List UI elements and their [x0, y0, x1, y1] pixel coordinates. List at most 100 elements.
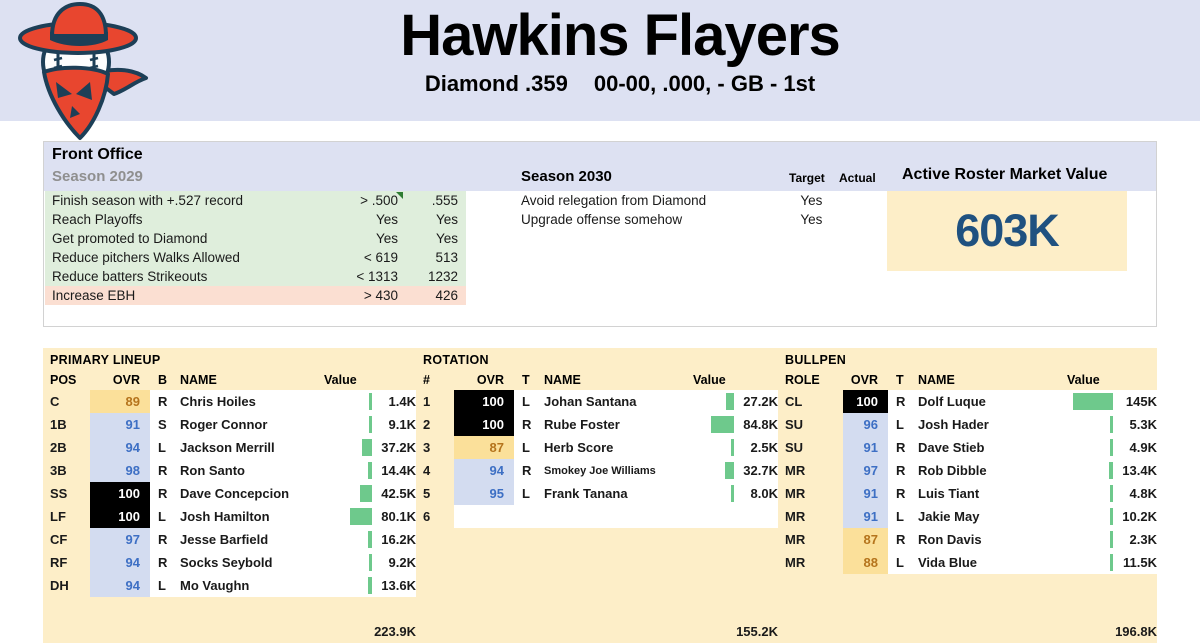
- rotation-column: ROTATION # OVR T NAME Value 1 100 L Johan S…: [416, 348, 778, 643]
- row-overall-rating: 100: [843, 390, 888, 413]
- value-bar: [731, 439, 734, 456]
- row-handedness: R: [150, 482, 176, 505]
- value-text: 37.2K: [381, 440, 416, 455]
- table-row[interactable]: CF 97 R Jesse Barfield 16.2K: [43, 528, 416, 551]
- table-row[interactable]: 3 87 L Herb Score 2.5K: [416, 436, 778, 459]
- value-text: 84.8K: [743, 417, 778, 432]
- row-market-value: 80.1K: [316, 505, 416, 528]
- table-row[interactable]: 3B 98 R Ron Santo 14.4K: [43, 459, 416, 482]
- row-market-value: 4.8K: [1059, 482, 1157, 505]
- row-market-value: 2.3K: [1059, 528, 1157, 551]
- past-season-label: Season 2029: [52, 168, 143, 185]
- table-row[interactable]: DH 94 L Mo Vaughn 13.6K: [43, 574, 416, 597]
- table-row[interactable]: CL 100 R Dolf Luque 145K: [778, 390, 1157, 413]
- goal-actual: Yes: [404, 210, 466, 229]
- row-handedness: R: [150, 528, 176, 551]
- current-season-label: Season 2030: [521, 168, 612, 185]
- table-row[interactable]: 5 95 L Frank Tanana 8.0K: [416, 482, 778, 505]
- row-player-name[interactable]: Herb Score: [540, 436, 685, 459]
- table-row[interactable]: SS 100 R Dave Concepcion 42.5K: [43, 482, 416, 505]
- row-position: MR: [778, 482, 843, 505]
- primary-lineup-table: POS OVR B NAME Value C 89 R Chris Hoiles 1.4…: [43, 369, 416, 643]
- table-row[interactable]: 6: [416, 505, 778, 528]
- row-handedness: R: [150, 551, 176, 574]
- row-player-name[interactable]: Rob Dibble: [914, 459, 1059, 482]
- table-row[interactable]: 2 100 R Rube Foster 84.8K: [416, 413, 778, 436]
- goal-row: Avoid relegation from Diamond Yes: [521, 191, 891, 210]
- row-position: MR: [778, 528, 843, 551]
- row-market-value: 84.8K: [685, 413, 778, 436]
- row-player-name[interactable]: Smokey Joe Williams: [540, 459, 685, 482]
- row-player-name[interactable]: Ron Davis: [914, 528, 1059, 551]
- bullpen-column: BULLPEN ROLE OVR T NAME Value CL 100 R Dolf…: [778, 348, 1157, 643]
- section-total-value: 155.2K: [685, 620, 778, 643]
- table-row[interactable]: MR 91 R Luis Tiant 4.8K: [778, 482, 1157, 505]
- front-office-title: Front Office: [52, 146, 143, 163]
- row-player-name[interactable]: Roger Connor: [176, 413, 316, 436]
- col-slot: #: [416, 369, 454, 390]
- table-row[interactable]: 2B 94 L Jackson Merrill 37.2K: [43, 436, 416, 459]
- table-row[interactable]: LF 100 L Josh Hamilton 80.1K: [43, 505, 416, 528]
- table-row[interactable]: SU 91 R Dave Stieb 4.9K: [778, 436, 1157, 459]
- table-row[interactable]: C 89 R Chris Hoiles 1.4K: [43, 390, 416, 413]
- record-label: 00-00, .000, - GB - 1st: [593, 70, 816, 96]
- row-handedness: L: [514, 390, 540, 413]
- table-row[interactable]: MR 87 R Ron Davis 2.3K: [778, 528, 1157, 551]
- table-row[interactable]: RF 94 R Socks Seybold 9.2K: [43, 551, 416, 574]
- row-overall-rating: 94: [90, 574, 150, 597]
- row-player-name[interactable]: Socks Seybold: [176, 551, 316, 574]
- table-row[interactable]: MR 91 L Jakie May 10.2K: [778, 505, 1157, 528]
- value-text: 13.6K: [381, 578, 416, 593]
- goal-row: Reduce batters Strikeouts < 1313 1232: [45, 267, 466, 286]
- table-row[interactable]: SU 96 L Josh Hader 5.3K: [778, 413, 1157, 436]
- row-player-name[interactable]: Chris Hoiles: [176, 390, 316, 413]
- row-player-name[interactable]: Josh Hamilton: [176, 505, 316, 528]
- value-text: 14.4K: [381, 463, 416, 478]
- row-player-name[interactable]: Dave Stieb: [914, 436, 1059, 459]
- row-player-name[interactable]: Jakie May: [914, 505, 1059, 528]
- comment-flag-icon: [396, 192, 403, 199]
- row-player-name[interactable]: Johan Santana: [540, 390, 685, 413]
- empty-cell: [778, 574, 1157, 597]
- table-header-row: ROLE OVR T NAME Value: [778, 369, 1157, 390]
- value-text: 27.2K: [743, 394, 778, 409]
- row-player-name[interactable]: Ron Santo: [176, 459, 316, 482]
- table-row[interactable]: MR 97 R Rob Dibble 13.4K: [778, 459, 1157, 482]
- table-row[interactable]: 4 94 R Smokey Joe Williams 32.7K: [416, 459, 778, 482]
- row-player-name[interactable]: Rube Foster: [540, 413, 685, 436]
- row-player-name[interactable]: Jackson Merrill: [176, 436, 316, 459]
- row-player-name[interactable]: Frank Tanana: [540, 482, 685, 505]
- spacer-cell: [43, 597, 416, 620]
- team-header: Hawkins Flayers Diamond .359 00-00, .000,…: [0, 0, 1200, 140]
- value-text: 4.8K: [1129, 486, 1157, 501]
- row-player-name[interactable]: Vida Blue: [914, 551, 1059, 574]
- row-handedness: L: [888, 505, 914, 528]
- row-player-name[interactable]: Mo Vaughn: [176, 574, 316, 597]
- row-player-name[interactable]: Jesse Barfield: [176, 528, 316, 551]
- row-position: 5: [416, 482, 454, 505]
- team-logo: [14, 2, 156, 142]
- row-player-name[interactable]: Dave Concepcion: [176, 482, 316, 505]
- goal-target: Yes: [316, 210, 404, 229]
- row-position: 3: [416, 436, 454, 459]
- value-text: 5.3K: [1129, 417, 1157, 432]
- table-row[interactable]: 1 100 L Johan Santana 27.2K: [416, 390, 778, 413]
- row-handedness: R: [888, 482, 914, 505]
- totals-spacer: [43, 620, 316, 643]
- row-overall-rating: [454, 505, 514, 528]
- target-column-header: Target: [789, 171, 825, 185]
- value-text: 9.1K: [388, 417, 416, 432]
- row-overall-rating: 94: [90, 551, 150, 574]
- row-market-value: 2.5K: [685, 436, 778, 459]
- value-text: 10.2K: [1122, 509, 1157, 524]
- value-bar: [369, 393, 372, 410]
- past-season-goals-table: Finish season with +.527 record > .500.55…: [45, 191, 466, 305]
- table-row[interactable]: MR 88 L Vida Blue 11.5K: [778, 551, 1157, 574]
- table-row[interactable]: 1B 91 S Roger Connor 9.1K: [43, 413, 416, 436]
- row-player-name[interactable]: Dolf Luque: [914, 390, 1059, 413]
- row-player-name[interactable]: Josh Hader: [914, 413, 1059, 436]
- goal-actual: [838, 191, 891, 210]
- row-player-name[interactable]: [540, 505, 685, 528]
- row-market-value: 1.4K: [316, 390, 416, 413]
- row-player-name[interactable]: Luis Tiant: [914, 482, 1059, 505]
